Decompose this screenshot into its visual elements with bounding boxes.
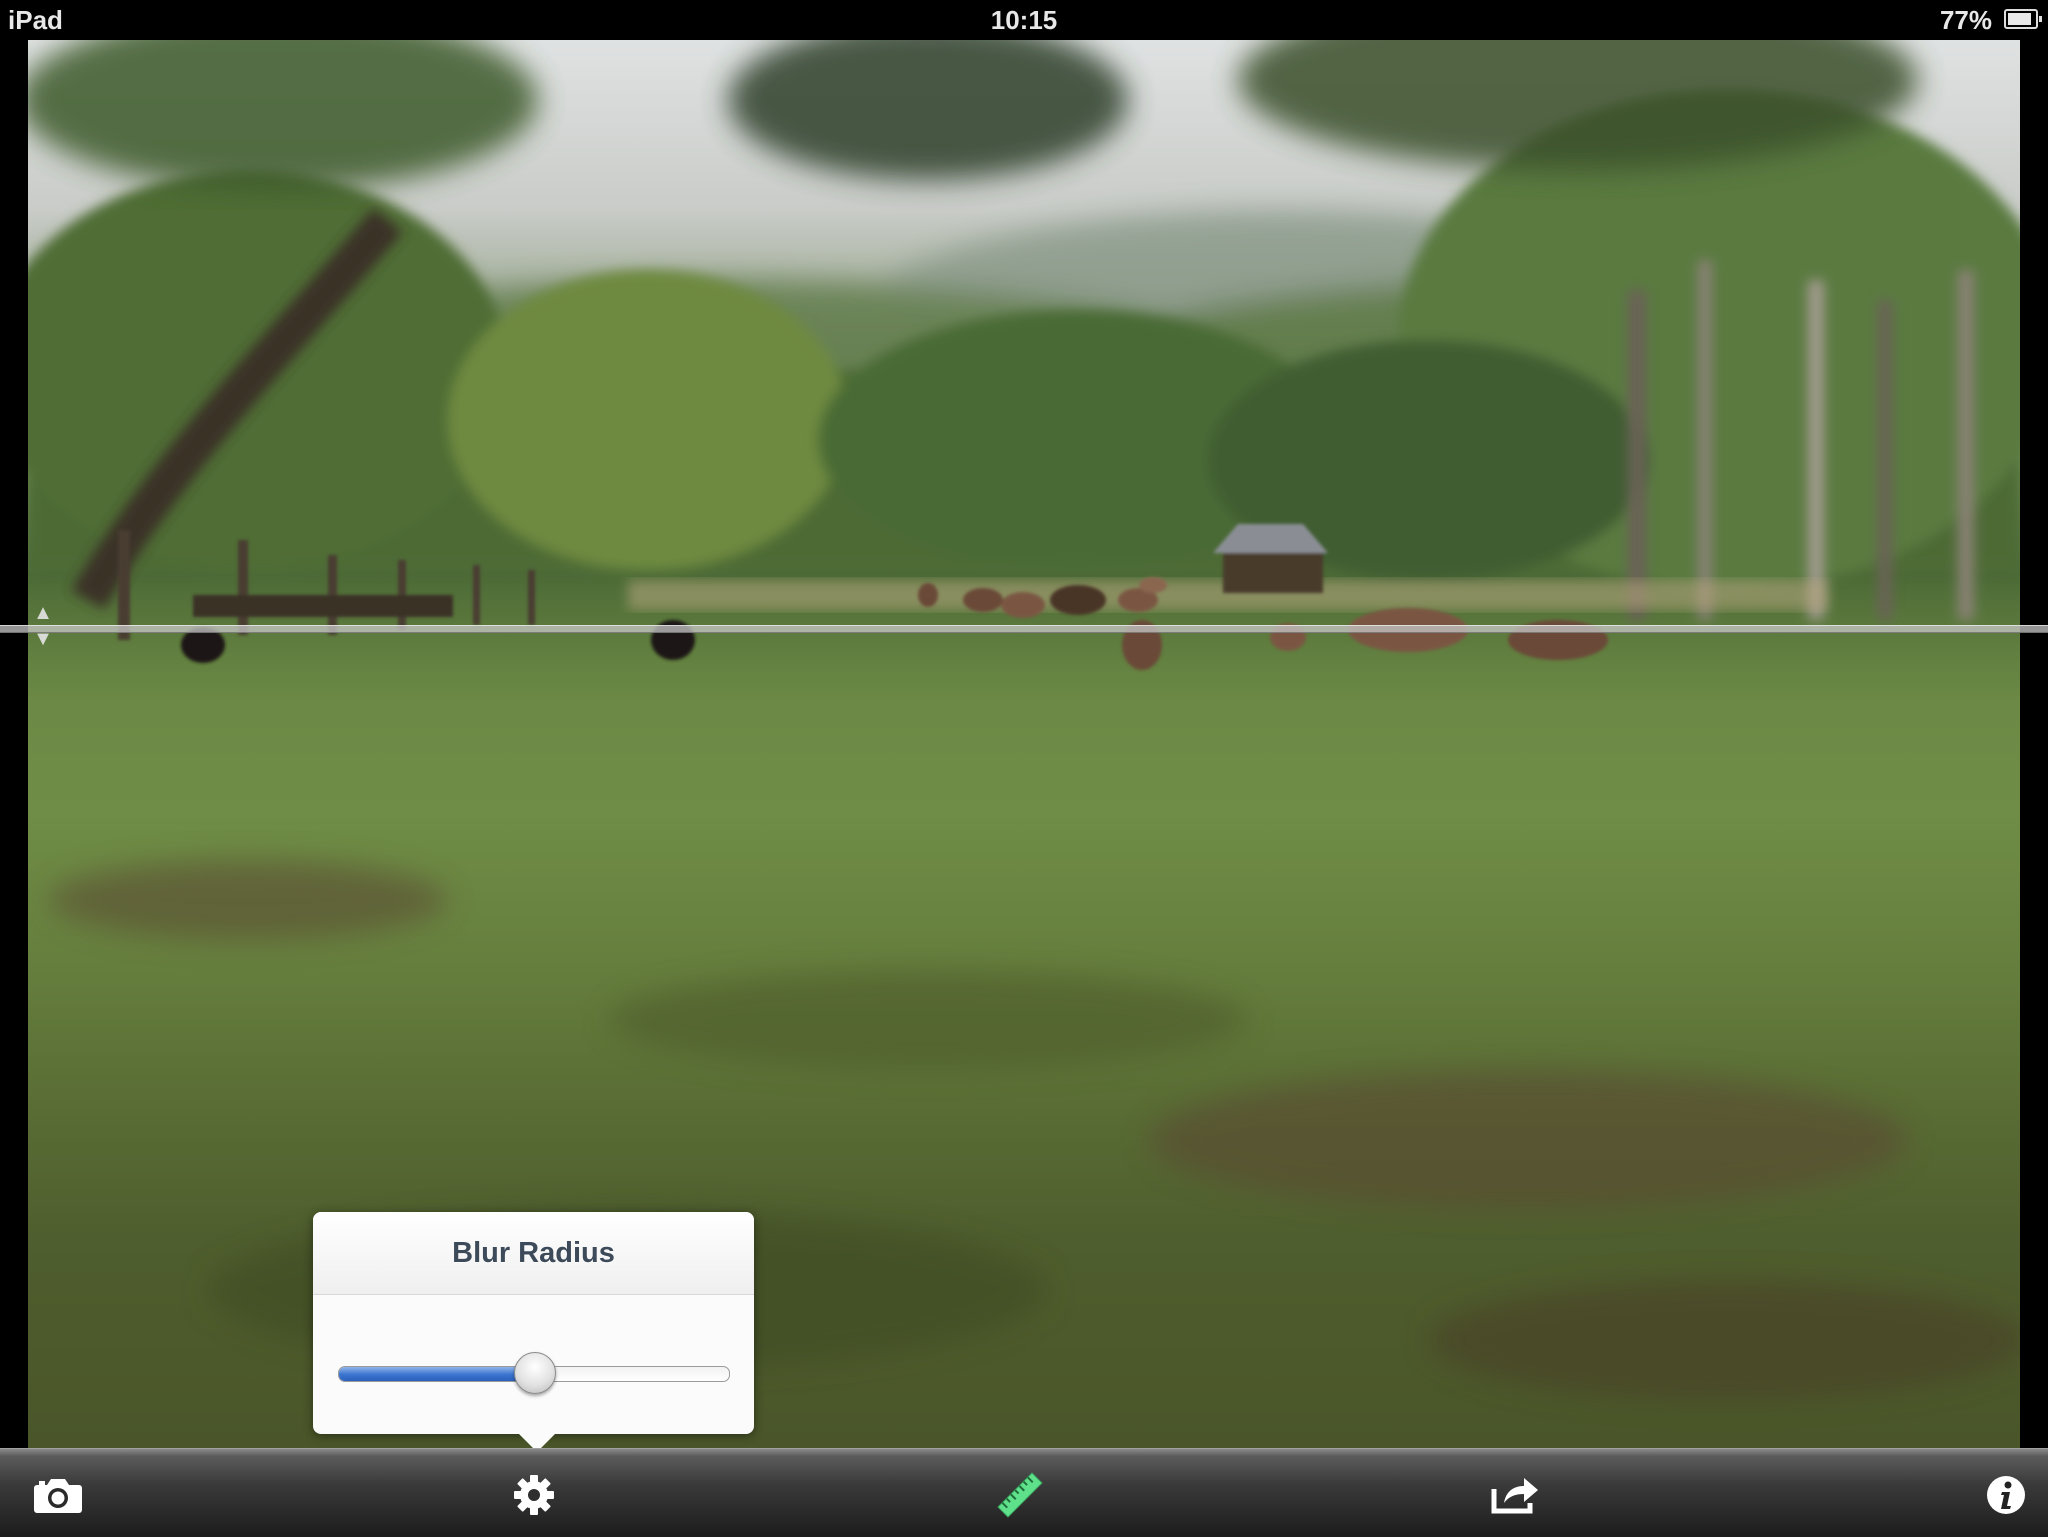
status-bar: iPad 10:15 77% <box>0 0 2048 40</box>
camera-button[interactable] <box>30 1467 86 1523</box>
info-icon <box>1987 1476 2025 1514</box>
gear-icon <box>514 1475 554 1515</box>
popover-header: Blur Radius <box>313 1212 754 1295</box>
move-down-icon: ▼ <box>33 628 53 650</box>
bottom-toolbar <box>0 1448 2048 1537</box>
blur-radius-popover: Blur Radius <box>313 1212 754 1452</box>
settings-button[interactable] <box>506 1467 562 1523</box>
info-button[interactable] <box>1978 1467 2034 1523</box>
camera-icon <box>34 1479 82 1513</box>
slider-fill <box>339 1367 534 1381</box>
linear-tilt-button[interactable] <box>992 1467 1048 1523</box>
battery-icon <box>2004 9 2042 29</box>
clock: 10:15 <box>990 5 1058 35</box>
slider-thumb[interactable] <box>514 1352 556 1394</box>
ruler-icon <box>997 1472 1043 1518</box>
battery-percentage: 77% <box>1939 5 1992 35</box>
move-up-icon: ▲ <box>33 602 53 624</box>
popover-title: Blur Radius <box>452 1236 615 1269</box>
tilt-shift-focus-line[interactable] <box>0 625 2048 633</box>
share-icon <box>1491 1478 1538 1514</box>
focus-line-handle[interactable]: ▲ ▼ <box>30 600 56 656</box>
blur-radius-slider[interactable] <box>338 1352 730 1394</box>
share-button[interactable] <box>1488 1467 1544 1523</box>
